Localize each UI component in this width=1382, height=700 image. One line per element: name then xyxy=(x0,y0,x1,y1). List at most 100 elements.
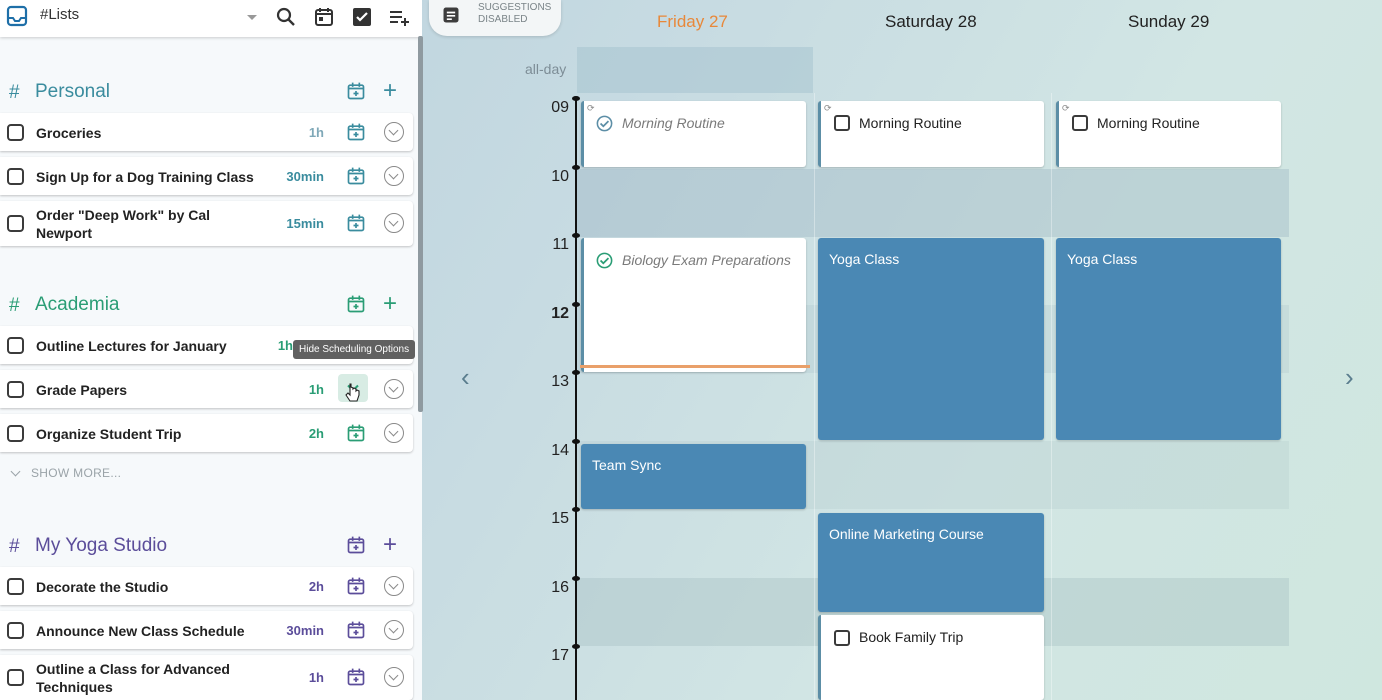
hour-band xyxy=(577,169,1289,237)
event-card[interactable]: ⟳ Morning Routine xyxy=(581,101,806,167)
suggestions-toggle[interactable]: SUGGESTIONS DISABLED xyxy=(429,0,561,36)
timeline-tick xyxy=(572,302,580,307)
task-checkbox[interactable] xyxy=(7,578,24,595)
task-row[interactable]: Grade Papers 1h xyxy=(0,370,413,408)
list-selector[interactable]: #Lists xyxy=(40,6,79,23)
task-checkbox[interactable] xyxy=(7,215,24,232)
event-card[interactable]: Online Marketing Course xyxy=(818,513,1044,612)
show-more-label: SHOW MORE... xyxy=(31,466,122,480)
day-header-sunday[interactable]: Sunday 29 xyxy=(1128,12,1209,32)
task-duration: 1h xyxy=(308,670,324,685)
add-list-icon[interactable] xyxy=(387,5,411,29)
hour-label: 10 xyxy=(551,168,569,185)
task-duration: 1h xyxy=(277,338,293,353)
task-checkbox[interactable] xyxy=(7,425,24,442)
search-icon[interactable] xyxy=(274,5,298,29)
day-header-friday[interactable]: Friday 27 xyxy=(657,12,728,32)
expand-options-icon[interactable] xyxy=(384,667,404,687)
event-title: Morning Routine xyxy=(1097,115,1200,131)
event-title: Yoga Class xyxy=(1067,251,1138,267)
expand-options-icon[interactable] xyxy=(384,166,404,186)
tooltip: Hide Scheduling Options xyxy=(293,340,416,359)
expand-options-icon[interactable] xyxy=(384,620,404,640)
event-card[interactable]: ⟳ Morning Routine xyxy=(818,101,1044,167)
task-duration: 1h xyxy=(308,125,324,140)
task-duration: 1h xyxy=(308,382,324,397)
schedule-task-icon[interactable] xyxy=(346,122,366,142)
task-row[interactable]: Outline a Class for Advanced Techniques … xyxy=(0,655,413,700)
timeline-tick xyxy=(572,165,580,170)
event-checkbox[interactable] xyxy=(834,115,850,131)
event-card[interactable]: Yoga Class xyxy=(818,238,1044,440)
event-title: Book Family Trip xyxy=(859,629,964,645)
column-divider xyxy=(814,93,815,700)
allday-cell[interactable] xyxy=(577,47,813,93)
task-duration: 30min xyxy=(286,169,324,184)
expand-options-icon[interactable] xyxy=(384,213,404,233)
timeline-tick xyxy=(572,507,580,512)
schedule-section-icon[interactable] xyxy=(346,294,366,314)
show-more-button[interactable]: SHOW MORE... xyxy=(10,466,121,480)
expand-options-icon[interactable] xyxy=(384,379,404,399)
event-card[interactable]: Team Sync xyxy=(581,444,806,509)
event-checkbox[interactable] xyxy=(834,630,850,646)
schedule-task-icon[interactable] xyxy=(346,166,366,186)
task-row[interactable]: Groceries 1h xyxy=(0,113,413,151)
section-title[interactable]: Academia xyxy=(35,294,120,316)
add-task-button[interactable]: + xyxy=(383,77,397,105)
task-checkbox[interactable] xyxy=(7,168,24,185)
task-checkbox[interactable] xyxy=(7,622,24,639)
completed-check-icon[interactable] xyxy=(595,114,614,133)
task-checkbox[interactable] xyxy=(7,381,24,398)
schedule-task-icon[interactable] xyxy=(346,620,366,640)
schedule-task-icon[interactable] xyxy=(346,423,366,443)
event-card[interactable]: Yoga Class xyxy=(1056,238,1281,440)
hour-label: 14 xyxy=(551,442,569,459)
day-header-saturday[interactable]: Saturday 28 xyxy=(885,12,977,32)
event-card[interactable]: ⟳ Morning Routine xyxy=(1056,101,1281,167)
task-title: Decorate the Studio xyxy=(36,579,169,595)
inbox-icon[interactable] xyxy=(5,4,29,28)
completed-tasks-icon[interactable] xyxy=(350,5,374,29)
completed-check-icon[interactable] xyxy=(595,251,614,270)
task-row[interactable]: Decorate the Studio 2h xyxy=(0,567,413,605)
section-title[interactable]: Personal xyxy=(35,81,110,103)
task-checkbox[interactable] xyxy=(7,124,24,141)
recurring-icon: ⟳ xyxy=(587,103,595,113)
section-academia-header: # Academia + xyxy=(0,290,415,321)
event-card[interactable]: Book Family Trip xyxy=(818,615,1044,700)
event-title: Team Sync xyxy=(592,457,662,473)
task-checkbox[interactable] xyxy=(7,669,24,686)
hour-label: 13 xyxy=(551,373,569,390)
calendar-view-icon[interactable] xyxy=(312,5,336,29)
add-task-button[interactable]: + xyxy=(383,290,397,318)
timeline-axis xyxy=(575,98,577,700)
task-title: Outline a Class for Advanced Techniques xyxy=(36,661,230,695)
event-card[interactable]: Biology Exam Preparations xyxy=(581,238,806,372)
timeline-tick xyxy=(572,644,580,649)
schedule-section-icon[interactable] xyxy=(346,81,366,101)
timeline-tick xyxy=(572,233,580,238)
schedule-task-icon[interactable] xyxy=(346,213,366,233)
task-row[interactable]: Order "Deep Work" by Cal Newport 15min xyxy=(0,201,413,246)
task-checkbox[interactable] xyxy=(7,337,24,354)
task-row[interactable]: Organize Student Trip 2h xyxy=(0,414,413,452)
task-row[interactable]: Announce New Class Schedule 30min xyxy=(0,611,413,649)
expand-options-icon[interactable] xyxy=(384,122,404,142)
task-title: Organize Student Trip xyxy=(36,426,182,442)
schedule-section-icon[interactable] xyxy=(346,535,366,555)
section-title[interactable]: My Yoga Studio xyxy=(35,535,167,557)
task-row[interactable]: Sign Up for a Dog Training Class 30min xyxy=(0,157,413,195)
event-title: Yoga Class xyxy=(829,251,900,267)
previous-days-button[interactable]: ‹ xyxy=(461,362,470,393)
schedule-task-icon[interactable] xyxy=(346,667,366,687)
expand-options-icon[interactable] xyxy=(384,423,404,443)
scrollbar[interactable] xyxy=(418,36,423,412)
event-checkbox[interactable] xyxy=(1072,115,1088,131)
schedule-task-icon[interactable] xyxy=(346,576,366,596)
recurring-icon: ⟳ xyxy=(824,103,832,113)
dropdown-arrow-icon[interactable] xyxy=(240,5,264,29)
next-days-button[interactable]: › xyxy=(1345,362,1354,393)
add-task-button[interactable]: + xyxy=(383,531,397,559)
expand-options-icon[interactable] xyxy=(384,576,404,596)
